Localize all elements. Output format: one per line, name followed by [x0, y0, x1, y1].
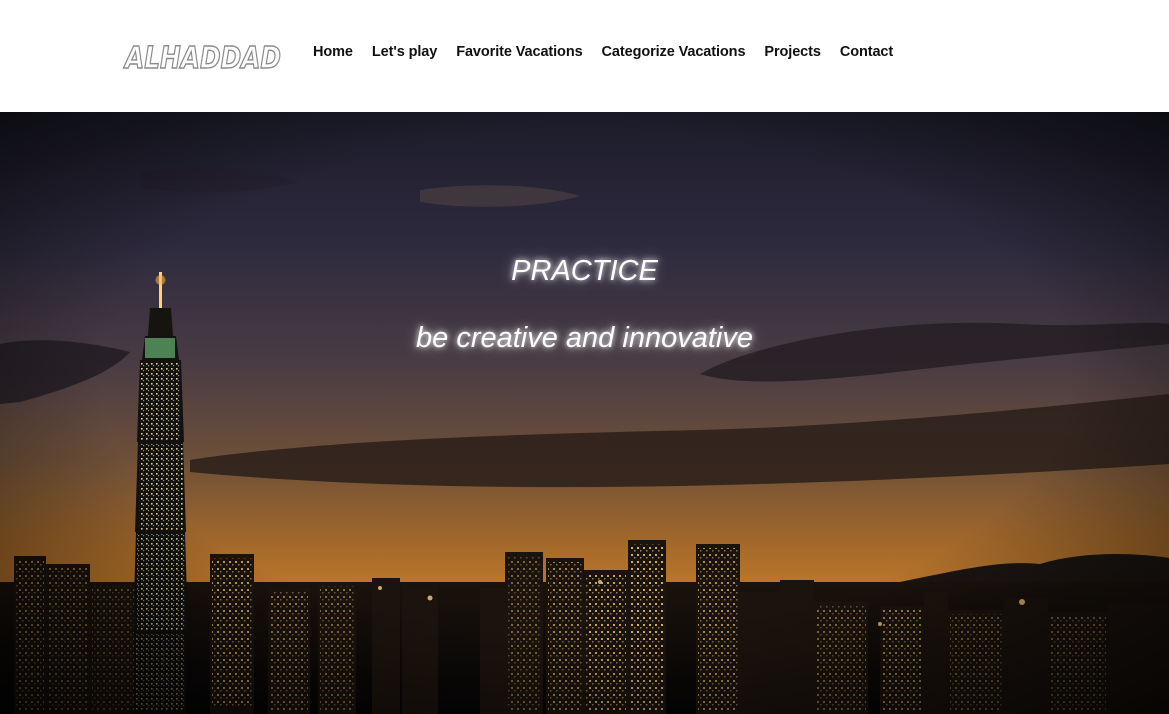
hero-skyline-image	[0, 112, 1169, 714]
nav-item-categorize-vacations[interactable]: Categorize Vacations	[602, 44, 746, 60]
logo-graphic: ALHADDAD	[123, 40, 282, 76]
nav-item-home[interactable]: Home	[313, 44, 353, 60]
nav-item-projects[interactable]: Projects	[764, 44, 821, 60]
nav-item-favorite-vacations[interactable]: Favorite Vacations	[456, 44, 582, 60]
brand-logo[interactable]: ALHADDAD	[122, 36, 284, 76]
nav-item-contact[interactable]: Contact	[840, 44, 893, 60]
hero-title: PRACTICE	[511, 255, 658, 287]
site-header: ALHADDAD Home Let's play Favorite Vacati…	[0, 0, 1169, 112]
hero-banner: PRACTICE be creative and innovative	[0, 112, 1169, 714]
main-nav: Home Let's play Favorite Vacations Categ…	[313, 42, 912, 62]
hero-subtitle: be creative and innovative	[416, 322, 753, 354]
nav-item-lets-play[interactable]: Let's play	[372, 44, 437, 60]
logo-text: ALHADDAD	[123, 41, 281, 76]
